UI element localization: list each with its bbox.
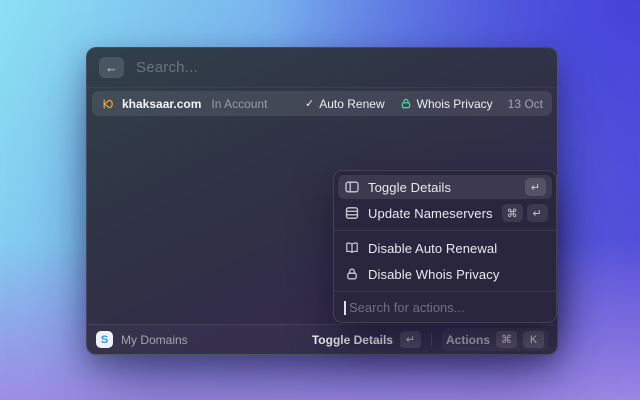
menu-item-disable-auto-renewal[interactable]: Disable Auto Renewal [338, 236, 552, 260]
whois-privacy-badge: Whois Privacy [400, 97, 493, 111]
domain-favicon-icon [101, 97, 115, 111]
menu-item-label: Disable Whois Privacy [368, 266, 500, 282]
command-keycap: ⌘ [501, 204, 523, 222]
status-bar-divider [430, 333, 432, 346]
menu-item-shortcut: ↵ [525, 178, 546, 196]
whois-privacy-label: Whois Privacy [416, 96, 493, 111]
return-keycap: ↵ [526, 204, 548, 222]
actions-label: Actions [445, 332, 490, 347]
sidebar-layout-icon [344, 180, 359, 195]
check-icon: ✓ [305, 98, 315, 110]
menu-search-divider [334, 291, 556, 292]
status-bar-actions: Toggle Details ↵ Actions ⌘ K [312, 328, 548, 351]
menu-item-label: Toggle Details [368, 179, 452, 195]
status-bar: S My Domains Toggle Details ↵ Actions ⌘ … [87, 324, 557, 354]
open-book-icon [344, 241, 359, 256]
menu-item-toggle-details[interactable]: Toggle Details ↵ [338, 175, 552, 199]
menu-item-disable-whois-privacy[interactable]: Disable Whois Privacy [338, 262, 552, 286]
back-arrow-icon: ← [105, 60, 118, 75]
actions-search-placeholder: Search for actions... [349, 300, 465, 315]
domain-name: khaksaar.com [122, 96, 202, 111]
extension-title: My Domains [121, 332, 188, 347]
lock-icon [400, 97, 412, 110]
return-keycap: ↵ [525, 178, 546, 196]
back-button[interactable]: ← [99, 57, 124, 78]
server-stack-icon [344, 206, 359, 221]
text-cursor [344, 300, 346, 315]
primary-action-button[interactable]: Toggle Details [312, 333, 393, 347]
actions-menu-button[interactable]: Actions ⌘ K [441, 328, 548, 351]
domain-row-meta: ✓ Auto Renew Whois Privacy 13 Oct [305, 97, 543, 111]
lock-icon [344, 267, 359, 282]
auto-renew-label: Auto Renew [319, 96, 385, 111]
menu-section-divider [334, 230, 556, 231]
app-logo-icon: S [96, 331, 113, 348]
search-header: ← Search... [87, 48, 557, 88]
renewal-date: 13 Oct [507, 96, 543, 111]
menu-item-shortcut: ⌘ ↵ [501, 204, 548, 222]
k-keycap: K [523, 331, 544, 348]
menu-item-update-nameservers[interactable]: Update Nameservers ⌘ ↵ [338, 201, 552, 225]
actions-popup: Toggle Details ↵ Update Nameservers ⌘ ↵ … [333, 170, 557, 323]
menu-item-label: Update Nameservers [368, 205, 493, 221]
app-logo-letter: S [100, 333, 109, 346]
auto-renew-badge: ✓ Auto Renew [305, 97, 385, 111]
return-keycap: ↵ [399, 331, 421, 348]
actions-search-input[interactable]: Search for actions... [338, 297, 552, 318]
account-status-label: In Account [211, 96, 268, 111]
menu-item-label: Disable Auto Renewal [368, 240, 498, 256]
desktop: { "window": { "search": { "back_glyph": … [0, 0, 640, 400]
search-input[interactable]: Search... [136, 59, 545, 76]
domain-list-item-selected[interactable]: khaksaar.com In Account ✓ Auto Renew Who… [92, 91, 552, 116]
command-keycap: ⌘ [496, 331, 517, 348]
